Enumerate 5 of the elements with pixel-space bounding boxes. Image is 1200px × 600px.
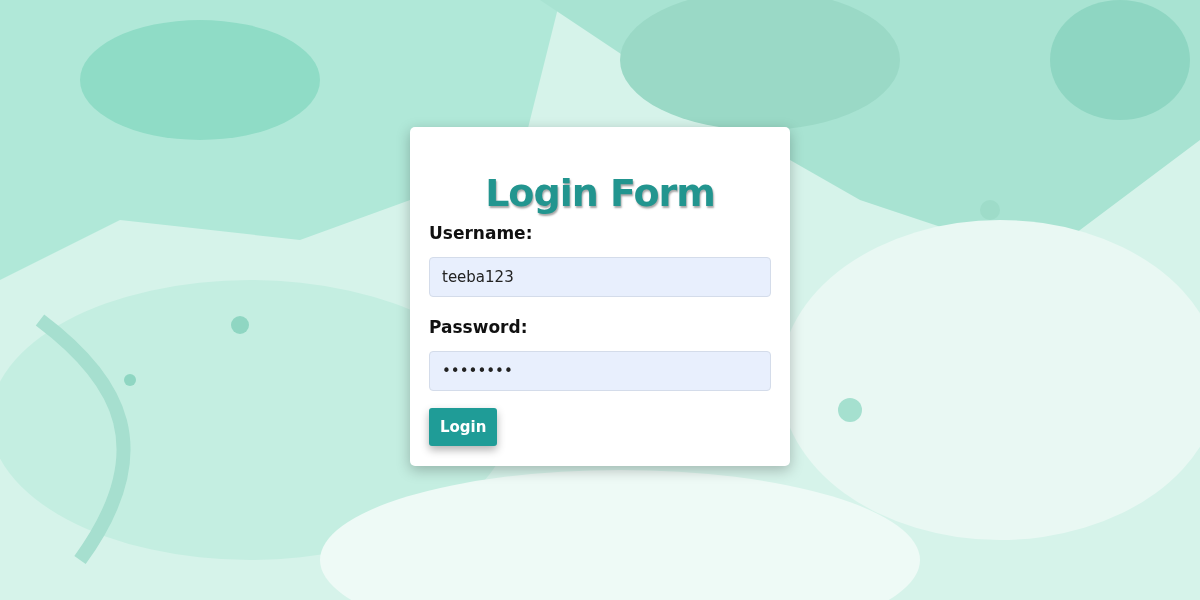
field-label: Password:	[429, 317, 528, 337]
username-field[interactable]: teeba123	[429, 257, 771, 297]
form-title: Login Form	[485, 171, 715, 215]
password-field[interactable]: ••••••••	[429, 351, 771, 391]
field-label: Username:	[429, 223, 533, 243]
